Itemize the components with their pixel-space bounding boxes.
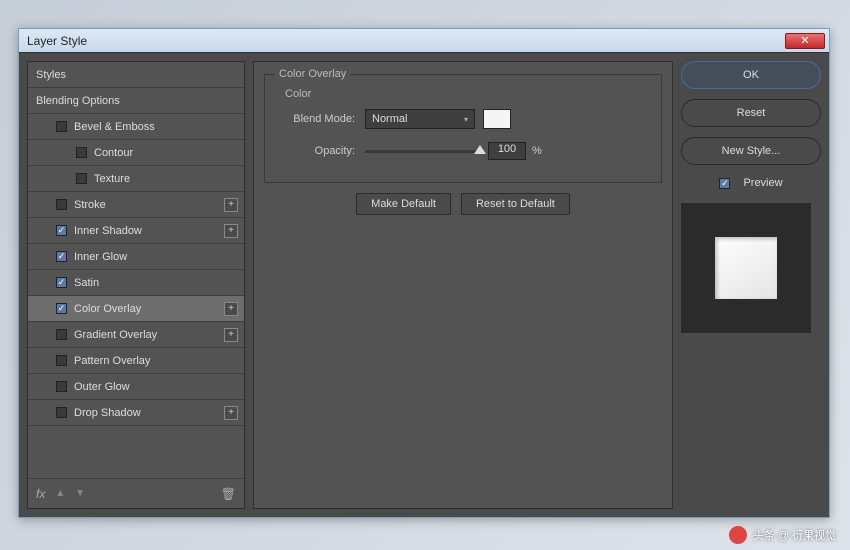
blend-mode-select[interactable]: Normal ▾ [365,109,475,129]
group-title: Color Overlay [275,68,350,80]
close-icon: ✕ [800,34,809,47]
sidebar-item-stroke[interactable]: Stroke+ [28,192,244,218]
checkbox-icon[interactable] [56,251,67,262]
checkbox-icon[interactable] [719,178,730,189]
color-overlay-group: Color Overlay Color Blend Mode: Normal ▾… [264,68,662,183]
fx-icon[interactable]: fx [36,487,45,501]
checkbox-icon[interactable] [76,147,87,158]
opacity-slider[interactable] [365,150,480,153]
titlebar[interactable]: Layer Style ✕ [19,29,829,53]
color-swatch[interactable] [483,109,511,129]
preview-thumbnail [715,237,777,299]
preview-toggle[interactable]: Preview [681,177,821,189]
reset-button[interactable]: Reset [681,99,821,127]
checkbox-icon[interactable] [56,225,67,236]
sidebar-footer: fx ▲ ▼ 🗑 [28,478,244,508]
close-button[interactable]: ✕ [785,33,825,49]
checkbox-icon[interactable] [76,173,87,184]
checkbox-icon[interactable] [56,407,67,418]
checkbox-icon[interactable] [56,303,67,314]
checkbox-icon[interactable] [56,381,67,392]
avatar-icon [729,526,747,544]
sidebar-item-contour[interactable]: Contour [28,140,244,166]
slider-thumb-icon[interactable] [474,145,486,154]
opacity-unit: % [532,145,542,157]
reset-default-button[interactable]: Reset to Default [461,193,570,215]
default-buttons: Make Default Reset to Default [264,193,662,215]
sidebar-header-blending[interactable]: Blending Options [28,88,244,114]
checkbox-icon[interactable] [56,355,67,366]
watermark: 头条 @ 衍果视觉 [729,526,836,544]
sidebar-item-inner-glow[interactable]: Inner Glow [28,244,244,270]
group-subtitle: Color [285,88,651,100]
sidebar-item-outer-glow[interactable]: Outer Glow [28,374,244,400]
sidebar-item-bevel[interactable]: Bevel & Emboss [28,114,244,140]
settings-panel: Color Overlay Color Blend Mode: Normal ▾… [253,61,673,509]
plus-icon[interactable]: + [224,224,238,238]
make-default-button[interactable]: Make Default [356,193,451,215]
dialog-title: Layer Style [27,34,87,48]
checkbox-icon[interactable] [56,329,67,340]
action-column: OK Reset New Style... Preview [681,61,821,509]
opacity-label: Opacity: [275,145,355,157]
arrow-down-icon[interactable]: ▼ [75,488,85,499]
blend-mode-label: Blend Mode: [275,113,355,125]
opacity-input[interactable]: 100 [488,142,526,160]
checkbox-icon[interactable] [56,121,67,132]
trash-icon[interactable]: 🗑 [221,487,236,501]
sidebar-item-inner-shadow[interactable]: Inner Shadow+ [28,218,244,244]
plus-icon[interactable]: + [224,406,238,420]
checkbox-icon[interactable] [56,277,67,288]
checkbox-icon[interactable] [56,199,67,210]
plus-icon[interactable]: + [224,328,238,342]
blend-mode-row: Blend Mode: Normal ▾ [275,108,651,130]
new-style-button[interactable]: New Style... [681,137,821,165]
ok-button[interactable]: OK [681,61,821,89]
sidebar-item-satin[interactable]: Satin [28,270,244,296]
plus-icon[interactable]: + [224,198,238,212]
arrow-up-icon[interactable]: ▲ [55,488,65,499]
sidebar-item-color-overlay[interactable]: Color Overlay+ [28,296,244,322]
layer-style-dialog: Layer Style ✕ Styles Blending Options Be… [18,28,830,518]
sidebar-item-texture[interactable]: Texture [28,166,244,192]
opacity-row: Opacity: 100 % [275,140,651,162]
sidebar-item-gradient-overlay[interactable]: Gradient Overlay+ [28,322,244,348]
sidebar-item-drop-shadow[interactable]: Drop Shadow+ [28,400,244,426]
preview-box [681,203,811,333]
chevron-down-icon: ▾ [464,115,468,124]
styles-sidebar: Styles Blending Options Bevel & Emboss C… [27,61,245,509]
plus-icon[interactable]: + [224,302,238,316]
sidebar-header-styles[interactable]: Styles [28,62,244,88]
dialog-body: Styles Blending Options Bevel & Emboss C… [19,53,829,517]
sidebar-item-pattern-overlay[interactable]: Pattern Overlay [28,348,244,374]
